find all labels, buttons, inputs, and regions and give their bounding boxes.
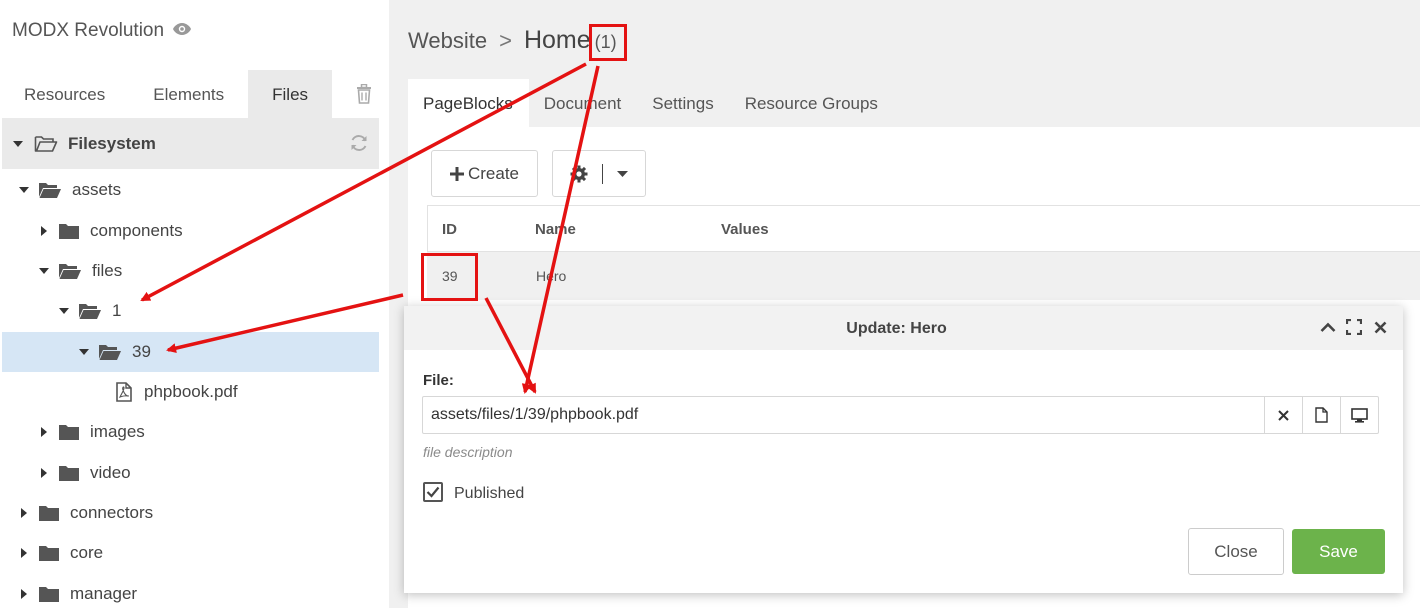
arrow-to-file-path [521,65,600,394]
arrow-id-to-file-path [484,297,537,394]
arrow-to-folder-1 [140,62,587,302]
arrow-to-folder-39 [166,293,404,354]
annotation-arrows [140,62,600,394]
